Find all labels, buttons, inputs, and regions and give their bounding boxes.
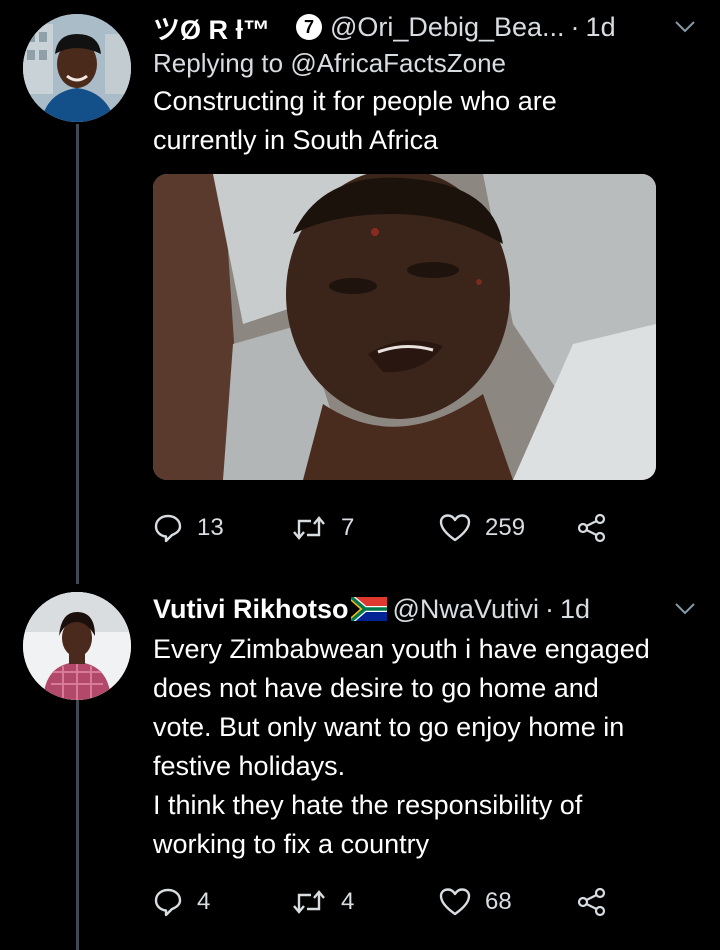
thread-connector-line [76,700,79,950]
display-name[interactable]: ツØ R ƚ™ [153,8,270,47]
like-count: 259 [485,514,526,541]
reply-icon [154,888,182,917]
tweet-thread: ツØ R ƚ™ 7 @Ori_Debig_Bea... · 1d Replyin… [0,0,720,950]
tweet-header: Vutivi Rikhotso @NwaVutivi · 1d [153,590,700,628]
user-handle[interactable]: @NwaVutivi [393,594,539,625]
avatar-photo-icon [23,14,131,122]
share-icon [577,513,606,543]
separator-dot: · [570,11,580,42]
share-button[interactable] [577,887,607,917]
like-button[interactable]: 259 [439,513,577,543]
tweet-text: Constructing it for people who are curre… [153,82,700,160]
like-icon [439,514,471,542]
tweet-header: ツØ R ƚ™ 7 @Ori_Debig_Bea... · 1d [153,8,700,46]
retweet-button[interactable]: 7 [291,513,439,543]
retweet-icon [293,516,325,540]
tweet-text-line: Every Zimbabwean youth i have engaged [153,634,650,664]
retweet-count: 4 [341,888,355,915]
tweet[interactable]: ツØ R ƚ™ 7 @Ori_Debig_Bea... · 1d Replyin… [153,8,700,480]
tweet-actions: 4 4 68 [153,882,607,922]
tweet-text-line: festive holidays. [153,751,346,781]
hospital-photo-icon [153,174,656,480]
tweet[interactable]: Vutivi Rikhotso @NwaVutivi · 1d Every Zi… [153,590,700,864]
avatar[interactable] [23,14,131,122]
tweet-text: Every Zimbabwean youth i have engaged do… [153,630,700,864]
number-badge: 7 [296,14,323,40]
replying-to-handle[interactable]: @AfricaFactsZone [290,48,506,78]
reply-icon [154,514,182,543]
like-count: 68 [485,888,512,915]
tweet-actions: 13 7 259 [153,508,607,548]
tweet-text-line: Constructing it for people who are [153,86,557,116]
tweet-text-line: working to fix a country [153,829,430,859]
replying-to-label: Replying to [153,48,284,78]
tweet-text-line: does not have desire to go home and [153,673,599,703]
retweet-button[interactable]: 4 [291,887,439,917]
reply-button[interactable]: 13 [153,513,291,543]
replying-to-line: Replying to @AfricaFactsZone [153,46,700,80]
like-icon [439,888,471,916]
retweet-count: 7 [341,514,355,541]
display-name[interactable]: Vutivi Rikhotso [153,594,349,625]
reply-button[interactable]: 4 [153,887,291,917]
tweet-media-image[interactable] [153,174,656,480]
share-button[interactable] [577,513,607,543]
separator-dot: · [544,593,554,624]
south-africa-flag-icon [350,597,387,621]
reply-count: 4 [197,888,211,915]
tweet-timestamp[interactable]: 1d [560,594,590,625]
share-icon [577,887,606,917]
tweet-text-line: currently in South Africa [153,125,439,155]
chevron-down-icon[interactable] [670,594,700,624]
retweet-icon [293,890,325,914]
tweet-timestamp[interactable]: 1d [586,12,616,43]
like-button[interactable]: 68 [439,887,577,917]
reply-count: 13 [197,514,224,541]
tweet-text-line: I think they hate the responsibility of [153,790,583,820]
avatar-photo-icon [23,592,131,700]
user-handle[interactable]: @Ori_Debig_Bea... [330,12,565,43]
chevron-down-icon[interactable] [670,12,700,42]
avatar[interactable] [23,592,131,700]
tweet-text-line: vote. But only want to go enjoy home in [153,712,625,742]
thread-connector-line [76,124,79,584]
